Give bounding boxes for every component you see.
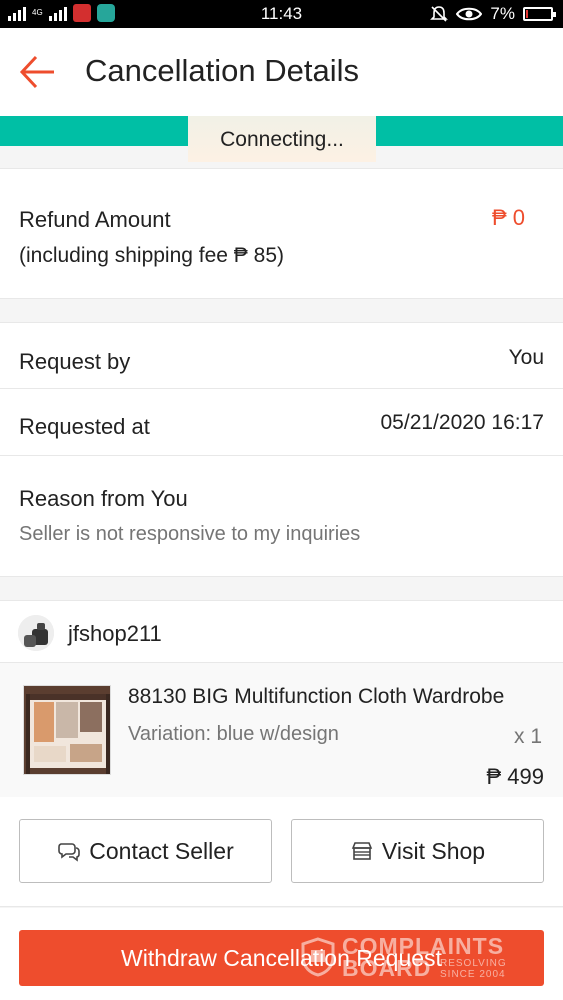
battery-percent: 7% [490, 4, 515, 23]
product-price: ₱ 499 [486, 764, 545, 789]
shop-avatar [18, 615, 54, 651]
connecting-toast: Connecting... [188, 116, 376, 162]
battery-icon [523, 7, 556, 21]
app-header: Cancellation Details [0, 28, 563, 116]
status-bar: 4G 11:43 7% [0, 0, 563, 28]
product-row[interactable]: 88130 BIG Multifunction Cloth Wardrobe V… [0, 663, 563, 797]
requested-at-row: Requested at 05/21/2020 16:17 [0, 389, 563, 456]
reason-text: Seller is not responsive to my inquiries [19, 523, 361, 545]
reason-row: Reason from You Seller is not responsive… [0, 456, 563, 577]
watermark-tagline: RESOLVING SINCE 2004 [440, 958, 507, 980]
product-quantity: x 1 [513, 725, 542, 748]
requested-at-label: Requested at [19, 414, 150, 439]
contact-seller-button[interactable]: Contact Seller [19, 819, 272, 883]
contact-seller-label: Contact Seller [89, 837, 234, 864]
product-name: 88130 BIG Multifunction Cloth Wardrobe [128, 685, 505, 708]
storefront-icon [351, 842, 373, 860]
product-variation: Variation: blue w/design [128, 723, 339, 745]
visit-shop-label: Visit Shop [381, 837, 486, 864]
watermark-tag-2: SINCE 2004 [440, 969, 506, 980]
shop-card: jfshop211 88130 BIG Multifunction Cloth … [0, 600, 563, 797]
request-by-row: Request by You [0, 323, 563, 389]
request-by-value: You [508, 346, 544, 369]
shop-row[interactable]: jfshop211 [0, 601, 563, 663]
reason-label: Reason from You [19, 486, 188, 511]
watermark-sub: BOARD [342, 955, 432, 981]
refund-amount-value: ₱ 0 [491, 205, 525, 230]
chat-bubble-icon [58, 843, 81, 862]
watermark-tag-1: RESOLVING [440, 958, 507, 969]
request-by-label: Request by [19, 349, 131, 374]
shield-logo-icon [301, 937, 335, 977]
page-title: Cancellation Details [85, 53, 359, 88]
status-right: 7% [430, 4, 556, 24]
action-bar: Contact Seller Visit Shop [0, 797, 563, 907]
eye-icon [456, 7, 483, 21]
mute-bell-icon [430, 6, 449, 22]
shop-name: jfshop211 [68, 621, 162, 646]
product-thumbnail [23, 685, 111, 775]
request-info-card: Request by You Requested at 05/21/2020 1… [0, 322, 563, 577]
requested-at-value: 05/21/2020 16:17 [380, 411, 545, 434]
back-arrow-icon[interactable] [18, 54, 58, 90]
refund-card: Refund Amount ₱ 0 (including shipping fe… [0, 168, 563, 299]
refund-amount-label: Refund Amount [19, 207, 171, 232]
complaints-board-watermark: COMPLAINTS BOARD RESOLVING SINCE 2004 [300, 935, 520, 985]
shipping-fee-note: (including shipping fee ₱ 85) [19, 244, 285, 267]
visit-shop-button[interactable]: Visit Shop [291, 819, 544, 883]
battery-fill [526, 10, 528, 18]
